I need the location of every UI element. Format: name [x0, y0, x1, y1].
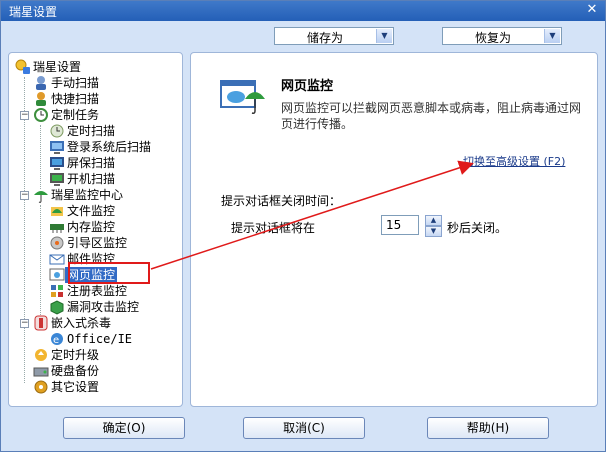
tree-item-label: 定时扫描 — [67, 124, 116, 138]
tree-line — [24, 77, 25, 383]
boot-monitor-icon — [49, 235, 65, 251]
advanced-settings-link[interactable]: 切换至高级设置 (F2) — [463, 153, 565, 169]
tree-item-label: Office/IE — [67, 332, 133, 346]
disk-backup-icon — [33, 363, 49, 379]
tree-item-label: 引导区监控 — [67, 236, 128, 250]
window-title: 瑞星设置 — [9, 5, 58, 19]
tree-item-label: 屏保扫描 — [67, 156, 116, 170]
registry-monitor-icon — [49, 283, 65, 299]
seconds-input[interactable]: 15 — [381, 215, 419, 235]
file-monitor-icon — [49, 203, 65, 219]
tree-item-label: 登录系统后扫描 — [67, 140, 152, 154]
startup-scan-icon — [49, 171, 65, 187]
settings-tree: 瑞星设置 手动扫描 快捷扫描 − 定制任务 定时扫描 登录系统后扫描 屏保扫描 — [8, 52, 183, 407]
tree-item-label: 注册表监控 — [67, 284, 128, 298]
chevron-down-icon[interactable]: ▼ — [376, 29, 392, 43]
chevron-down-icon[interactable]: ▼ — [544, 29, 560, 43]
help-button[interactable]: 帮助(H) — [427, 417, 549, 439]
collapse-toggle[interactable]: − — [20, 111, 29, 120]
collapse-toggle[interactable]: − — [20, 319, 29, 328]
tree-item-label: 其它设置 — [51, 380, 100, 394]
update-icon — [33, 347, 49, 363]
panel-title: 网页监控 — [281, 79, 334, 94]
ok-button[interactable]: 确定(O) — [63, 417, 185, 439]
tree-item-label-selected: 网页监控 — [65, 267, 118, 283]
tree-item-label: 瑞星监控中心 — [51, 188, 124, 202]
settings-icon — [15, 59, 31, 75]
tree-item-label: 定时升级 — [51, 348, 100, 362]
spin-down-icon[interactable]: ▼ — [425, 226, 442, 237]
quick-scan-icon — [33, 91, 49, 107]
tree-item-label: 硬盘备份 — [51, 364, 100, 378]
title-bar: 瑞星设置 ✕ — [1, 1, 605, 21]
panel-description: 网页监控可以拦截网页恶意脚本或病毒，阻止病毒通过网页进行传播。 — [281, 101, 582, 131]
office-ie-icon: e — [49, 331, 65, 347]
tree-item-label: 邮件监控 — [67, 252, 116, 266]
settings-panel: 网页监控 网页监控可以拦截网页恶意脚本或病毒，阻止病毒通过网页进行传播。 切换至… — [190, 52, 598, 407]
timer-scan-icon — [49, 123, 65, 139]
save-as-label: 储存为 — [306, 31, 343, 45]
tree-item-label: 定制任务 — [51, 108, 100, 122]
settings-window: 瑞星设置 ✕ 储存为 ▼ 恢复为 ▼ 瑞星设置 手动扫描 快捷扫描 − 定制任务… — [0, 0, 606, 452]
cancel-button[interactable]: 取消(C) — [243, 417, 365, 439]
tree-line — [40, 205, 41, 317]
screensaver-scan-icon — [49, 155, 65, 171]
exploit-monitor-icon — [49, 299, 65, 315]
suffix-label: 秒后关闭。 — [447, 221, 508, 235]
tree-item-label: 漏洞攻击监控 — [67, 300, 140, 314]
mail-monitor-icon — [49, 251, 65, 267]
restore-as-label: 恢复为 — [474, 31, 511, 45]
tree-item-label: 嵌入式杀毒 — [51, 316, 112, 330]
web-monitor-icon — [49, 267, 65, 283]
login-scan-icon — [49, 139, 65, 155]
tree-item-label: 快捷扫描 — [51, 92, 100, 106]
embedded-av-icon — [33, 315, 49, 331]
svg-text:e: e — [53, 335, 59, 346]
spin-up-icon[interactable]: ▲ — [425, 215, 442, 226]
tree-item-label: 手动扫描 — [51, 76, 100, 90]
manual-scan-icon — [33, 75, 49, 91]
tree-line — [40, 125, 41, 189]
save-as-dropdown[interactable]: 储存为 ▼ — [274, 27, 394, 45]
seconds-spinner[interactable]: ▲ ▼ — [425, 215, 442, 237]
tree-item-label: 开机扫描 — [67, 172, 116, 186]
web-monitor-large-icon — [219, 73, 267, 117]
restore-as-dropdown[interactable]: 恢复为 ▼ — [442, 27, 562, 45]
section-label: 提示对话框关闭时间： — [221, 194, 342, 208]
prompt-label: 提示对话框将在 — [231, 221, 316, 235]
tree-root-label: 瑞星设置 — [33, 60, 82, 74]
memory-monitor-icon — [49, 219, 65, 235]
tree-item-label: 内存监控 — [67, 220, 116, 234]
tree-item-label: 文件监控 — [67, 204, 116, 218]
scheduled-task-icon — [33, 107, 49, 123]
umbrella-icon — [33, 187, 49, 203]
close-icon[interactable]: ✕ — [585, 3, 599, 17]
gear-icon — [33, 379, 49, 395]
collapse-toggle[interactable]: − — [20, 191, 29, 200]
